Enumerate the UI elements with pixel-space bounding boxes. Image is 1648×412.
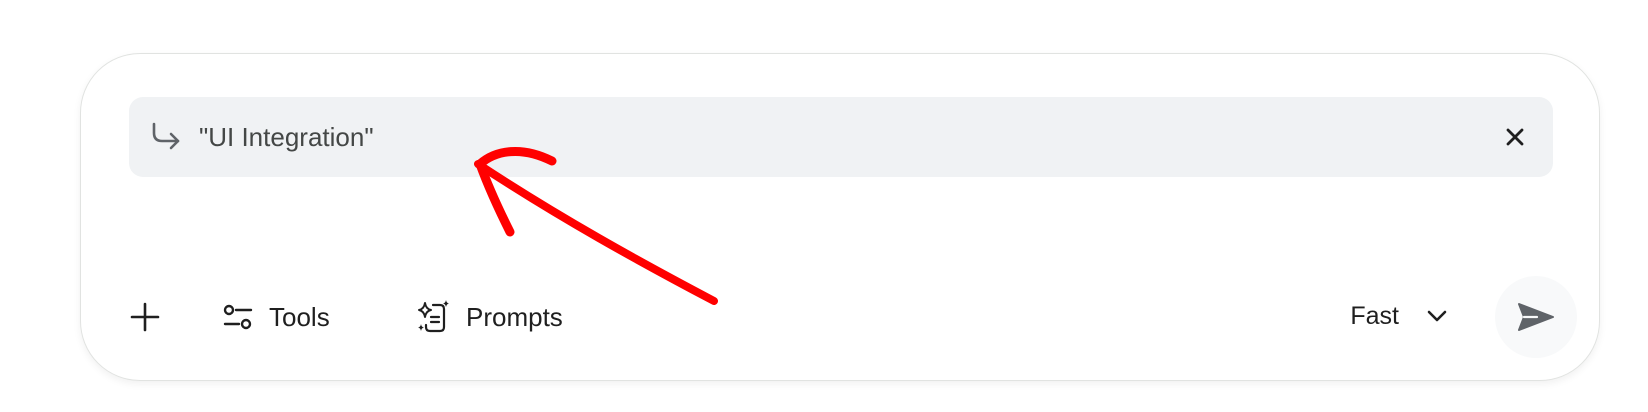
- add-attachment-button[interactable]: [125, 297, 165, 337]
- quoted-context-bar: "UI Integration": [129, 97, 1553, 177]
- send-button[interactable]: [1495, 276, 1577, 358]
- quoted-text: "UI Integration": [199, 122, 374, 152]
- page: "UI Integration" Tools Prompts Fast: [0, 0, 1648, 412]
- plus-icon: [130, 302, 160, 332]
- chat-composer[interactable]: "UI Integration" Tools Prompts Fast: [80, 53, 1600, 381]
- prompts-button[interactable]: Prompts: [416, 295, 563, 339]
- send-icon: [1518, 303, 1554, 331]
- model-label: Fast: [1350, 301, 1399, 330]
- close-icon: [1506, 128, 1524, 146]
- remove-quote-button[interactable]: [1497, 119, 1533, 155]
- sparkle-prompts-icon: [418, 300, 449, 333]
- tune-icon: [223, 304, 253, 330]
- chevron-down-icon: [1427, 310, 1447, 322]
- prompts-label: Prompts: [466, 301, 563, 332]
- tools-button[interactable]: Tools: [223, 297, 330, 337]
- reply-arrow-icon: [152, 122, 180, 150]
- model-selector[interactable]: Fast: [1350, 294, 1447, 338]
- tools-label: Tools: [269, 301, 330, 332]
